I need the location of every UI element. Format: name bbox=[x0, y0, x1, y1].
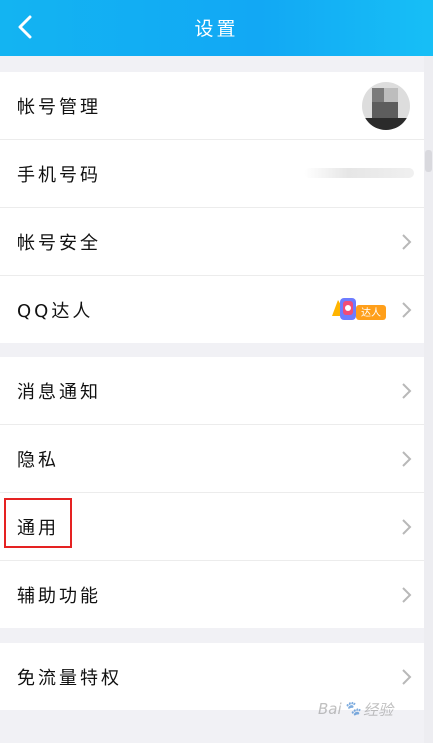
chevron-right-icon bbox=[402, 301, 412, 318]
settings-row-account-security[interactable]: 帐号安全 bbox=[0, 208, 424, 276]
row-label: 免流量特权 bbox=[17, 667, 122, 689]
row-label: 消息通知 bbox=[17, 381, 101, 403]
chevron-right-icon bbox=[402, 518, 412, 535]
settings-row-accessibility[interactable]: 辅助功能 bbox=[0, 561, 424, 628]
row-label: 帐号安全 bbox=[17, 232, 101, 254]
row-label: 隐私 bbox=[17, 449, 59, 471]
settings-row-privacy[interactable]: 隐私 bbox=[0, 425, 424, 493]
settings-row-notifications[interactable]: 消息通知 bbox=[0, 357, 424, 425]
account-group: 帐号管理 手机号码 帐号安全 QQ达人 达人 bbox=[0, 72, 424, 343]
row-label: 帐号管理 bbox=[17, 96, 101, 118]
watermark-suffix: 经验 bbox=[363, 700, 394, 719]
avatar bbox=[362, 82, 410, 130]
chevron-right-icon bbox=[402, 668, 412, 685]
expert-badge-icon: 达人 bbox=[332, 298, 386, 320]
settings-row-general[interactable]: 通用 bbox=[0, 493, 424, 561]
phone-number-value bbox=[304, 168, 414, 178]
badge-text: 达人 bbox=[361, 307, 381, 319]
row-label: 辅助功能 bbox=[17, 585, 101, 607]
paw-icon: 🐾 bbox=[343, 701, 362, 717]
row-label: QQ达人 bbox=[17, 300, 94, 322]
settings-row-qq-expert[interactable]: QQ达人 达人 bbox=[0, 276, 424, 343]
scrollbar[interactable] bbox=[424, 56, 433, 743]
watermark-brand: Bai bbox=[318, 700, 342, 718]
row-label: 通用 bbox=[17, 517, 59, 539]
row-label: 手机号码 bbox=[17, 164, 101, 186]
settings-row-account-management[interactable]: 帐号管理 bbox=[0, 72, 424, 140]
chevron-right-icon bbox=[402, 586, 412, 603]
page-title: 设置 bbox=[194, 18, 239, 40]
watermark: Bai 🐾 经验 bbox=[318, 694, 418, 724]
chevron-right-icon bbox=[402, 450, 412, 467]
general-group: 消息通知 隐私 通用 辅助功能 bbox=[0, 357, 424, 628]
title-bar: 设置 bbox=[0, 0, 433, 56]
settings-row-phone-number[interactable]: 手机号码 bbox=[0, 140, 424, 208]
chevron-right-icon bbox=[402, 382, 412, 399]
chevron-right-icon bbox=[402, 233, 412, 250]
scrollbar-thumb[interactable] bbox=[425, 150, 432, 172]
